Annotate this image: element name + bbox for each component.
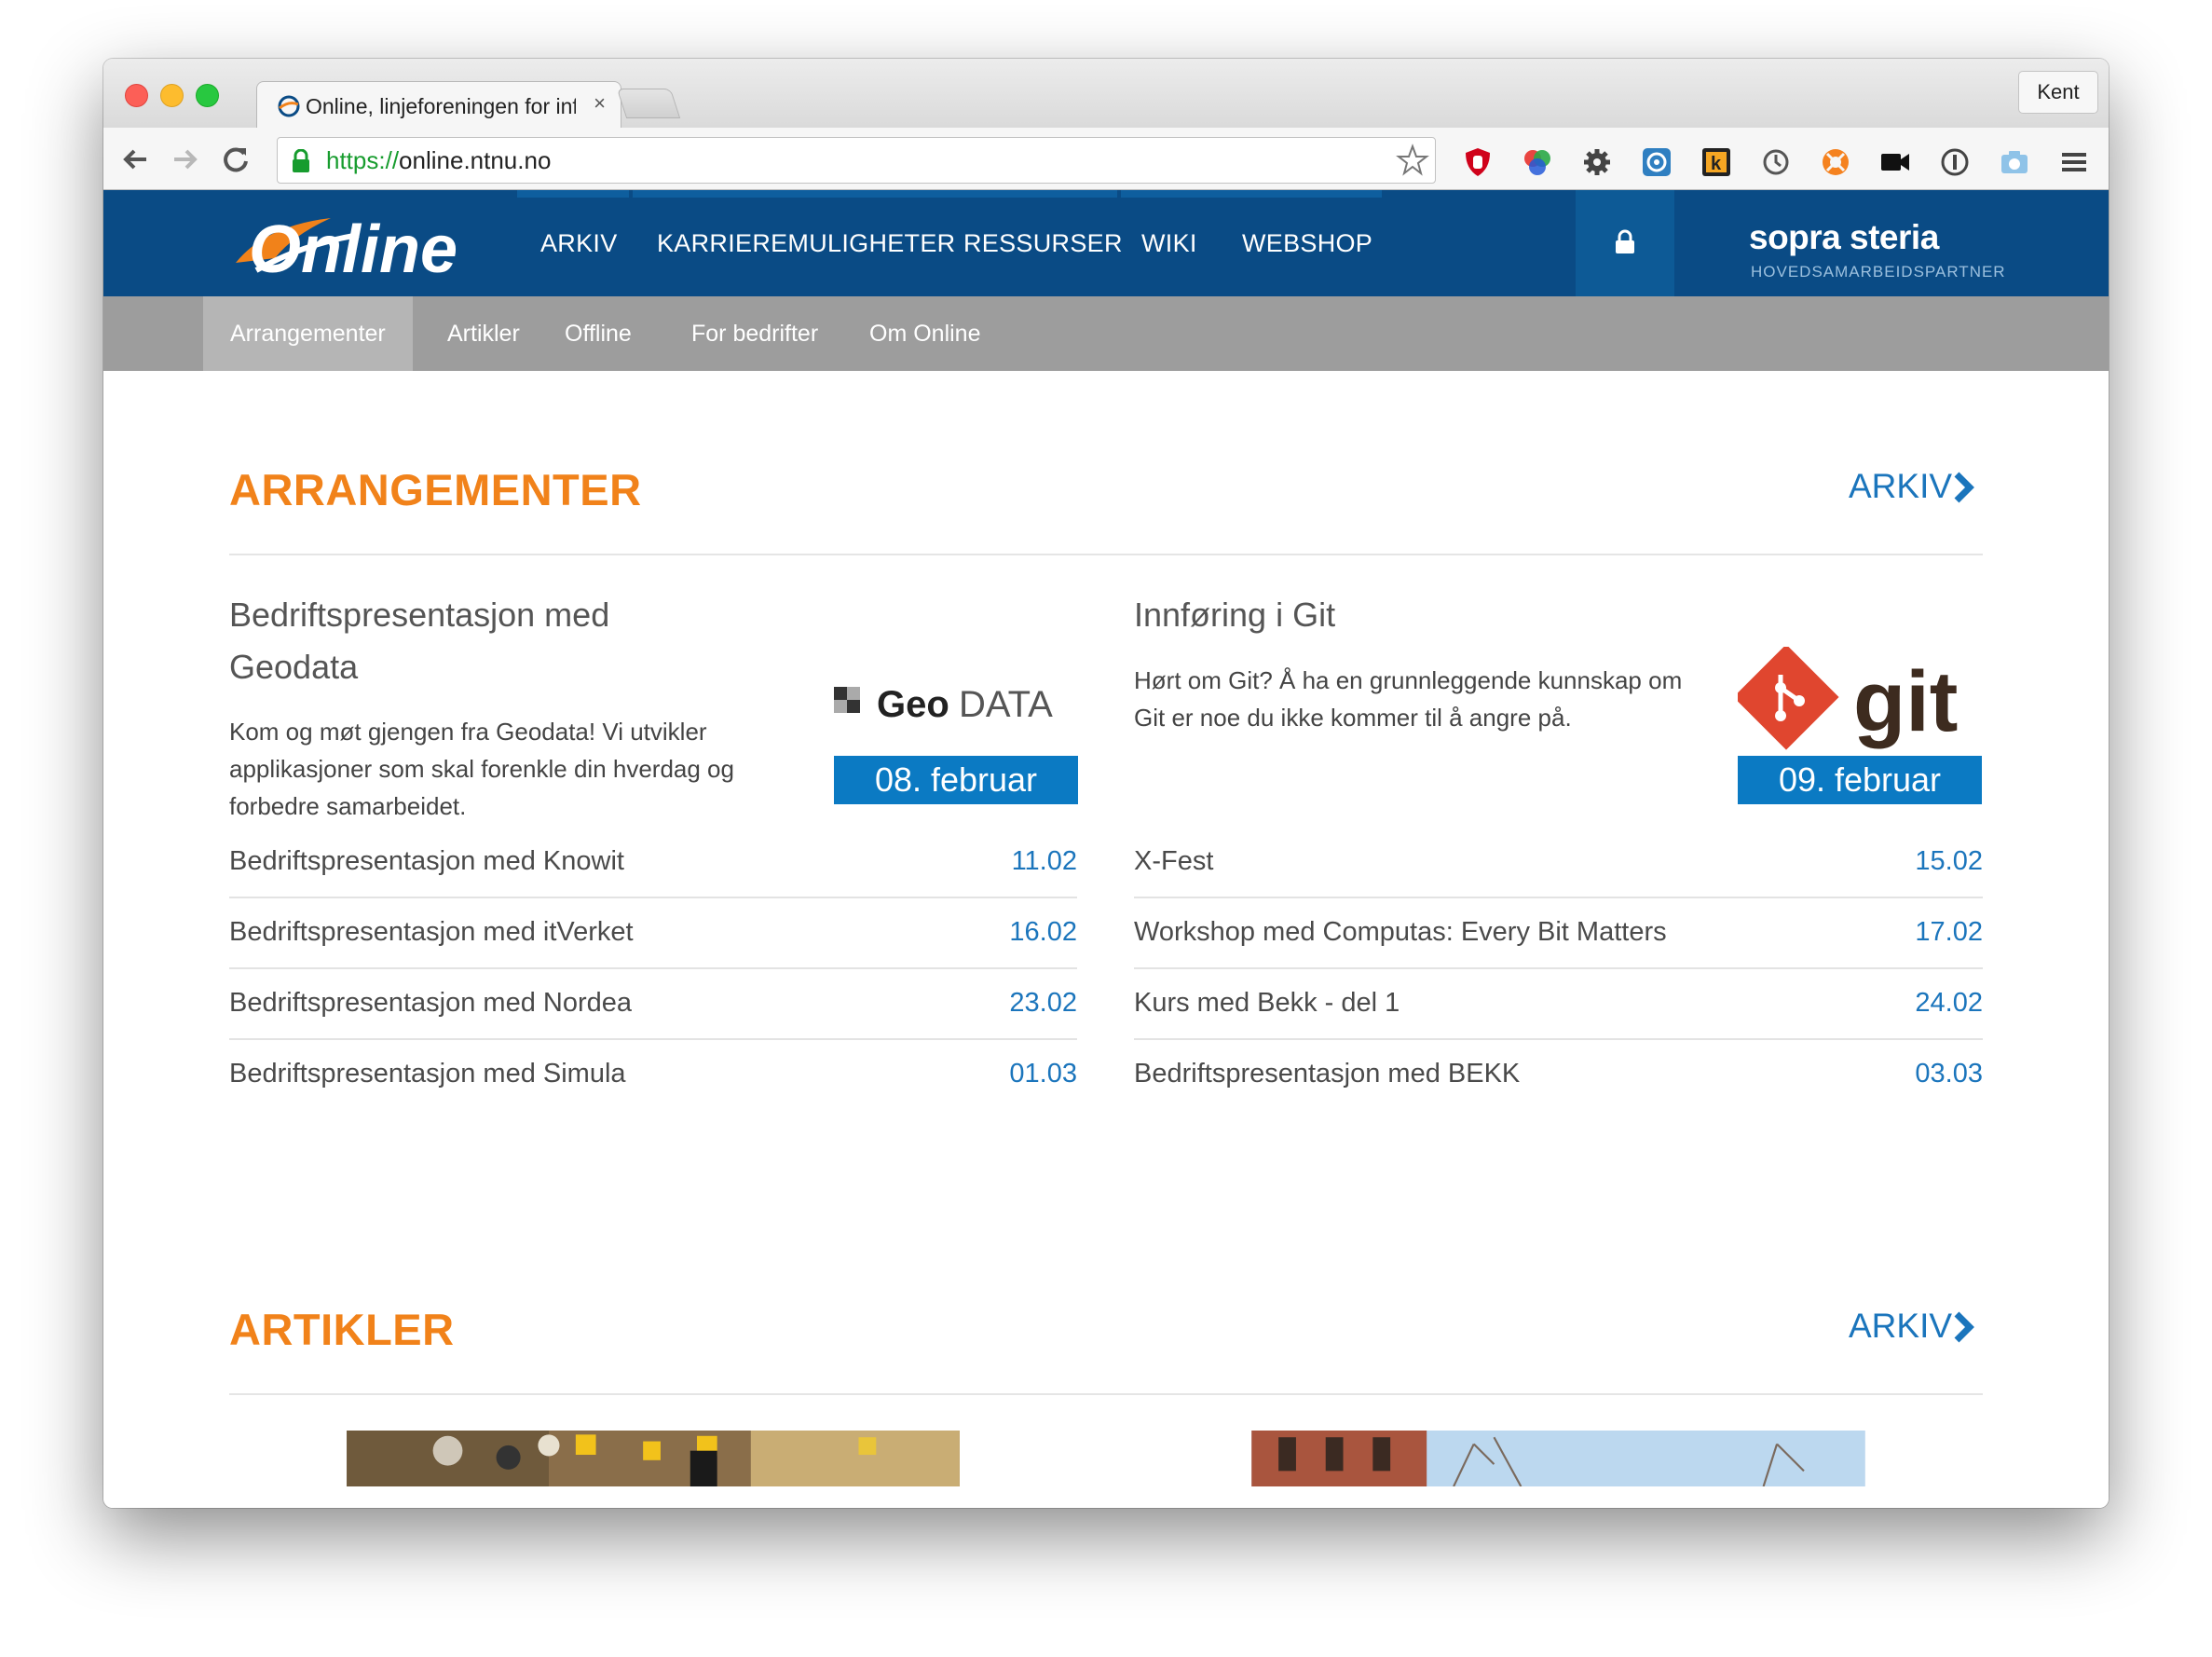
featured-event-title[interactable]: Innføring i Git (1134, 589, 1618, 641)
maximize-window-button[interactable] (196, 84, 219, 107)
event-list-item[interactable]: Kurs med Bekk - del 1 24.02 (1134, 969, 1983, 1040)
partner-sopra-steria[interactable]: sopra steria HOVEDSAMARBEIDSPARTNER (1749, 218, 2005, 281)
tab-close-icon[interactable]: × (594, 91, 606, 116)
address-bar[interactable]: https://online.ntnu.no (277, 137, 1436, 184)
event-list-item[interactable]: Workshop med Computas: Every Bit Matters… (1134, 898, 1983, 969)
subnav-item-offline[interactable]: Offline (538, 296, 659, 371)
svg-text:DATA: DATA (959, 684, 1053, 725)
url-text: https://online.ntnu.no (326, 146, 552, 174)
article-image-building[interactable] (1134, 1431, 1983, 1486)
svg-text:Geo: Geo (877, 684, 949, 725)
featured-event-date: 08. februar (834, 756, 1078, 804)
section-divider (229, 1393, 1983, 1395)
camera-icon[interactable] (1999, 146, 2030, 178)
svg-text:git: git (1853, 654, 1958, 749)
color-picker-icon[interactable] (1522, 146, 1553, 178)
nav-item-wiki[interactable]: WIKI (1141, 229, 1197, 258)
subnav-item-om-online[interactable]: Om Online (842, 296, 1007, 371)
profile-button[interactable]: Kent (2018, 71, 2098, 114)
browser-toolbar: https://online.ntnu.no k (103, 128, 2109, 190)
nav-tab-accent (517, 190, 629, 198)
featured-event-description: Hørt om Git? Å ha en grunnleggende kunns… (1134, 666, 1683, 732)
git-logo: git (1738, 647, 1958, 750)
close-window-button[interactable] (125, 84, 148, 107)
event-list-item[interactable]: X-Fest 15.02 (1134, 828, 1983, 898)
event-list-item[interactable]: Bedriftspresentasjon med Simula 01.03 (229, 1040, 1077, 1109)
featured-event-title[interactable]: Bedriftspresentasjon med Geodata (229, 589, 714, 693)
sync-icon[interactable] (1760, 146, 1792, 178)
screenshot-icon[interactable] (1641, 146, 1673, 178)
back-arrow-icon[interactable] (120, 144, 150, 174)
title-bar: Online, linjeforeningen for informatikk … (103, 59, 2109, 129)
article-image-boardgame[interactable] (229, 1431, 1077, 1486)
reload-icon[interactable] (221, 144, 251, 174)
articles-archive-link[interactable]: ARKIV (1849, 1307, 1974, 1346)
bookmark-star-icon[interactable] (1396, 144, 1429, 177)
lock-icon (1616, 229, 1634, 253)
chevron-right-icon (1954, 1311, 1974, 1343)
featured-event-description: Kom og møt gjengen fra Geodata! Vi utvik… (229, 718, 734, 820)
browser-window: Online, linjeforeningen for informatikk … (103, 59, 2109, 1508)
video-icon[interactable] (1879, 146, 1911, 178)
tab-title: Online, linjeforeningen for informatikk (306, 94, 576, 118)
main-nav: Online ARKIV KARRIEREMULIGHETER RESSURSE… (103, 190, 2109, 296)
section-divider (229, 554, 1983, 555)
event-list-item[interactable]: Bedriftspresentasjon med itVerket 16.02 (229, 898, 1077, 969)
sub-nav: Arrangementer Artikler Offline For bedri… (103, 296, 2109, 371)
partner-brand: sopra steria (1749, 218, 1939, 256)
nav-item-webshop[interactable]: WEBSHOP (1242, 229, 1372, 258)
login-button[interactable] (1576, 190, 1674, 296)
new-tab-button[interactable] (616, 89, 681, 118)
k-icon[interactable]: k (1700, 146, 1732, 178)
subnav-item-artikler[interactable]: Artikler (420, 296, 547, 371)
minimize-window-button[interactable] (160, 84, 184, 107)
geodata-logo: Geo DATA (834, 684, 1053, 725)
nav-tab-accent (633, 190, 1117, 198)
nav-item-ressurser[interactable]: RESSURSER (963, 229, 1123, 258)
partner-subtitle: HOVEDSAMARBEIDSPARTNER (1751, 263, 2006, 281)
lifebuoy-icon[interactable] (1820, 146, 1851, 178)
page-viewport: Online ARKIV KARRIEREMULIGHETER RESSURSE… (103, 190, 2109, 1508)
secure-lock-icon (293, 149, 309, 172)
menu-icon[interactable] (2058, 146, 2090, 178)
gear-icon[interactable] (1581, 146, 1613, 178)
articles-section-title: ARTIKLER (229, 1305, 455, 1354)
online-logo[interactable]: Online (228, 207, 498, 285)
svg-text:Online: Online (249, 212, 457, 285)
events-section-title: ARRANGEMENTER (229, 465, 642, 514)
ublock-icon[interactable] (1462, 146, 1494, 178)
forward-arrow-icon[interactable] (171, 144, 200, 174)
chevron-right-icon (1954, 472, 1974, 503)
event-list-item[interactable]: Bedriftspresentasjon med Knowit 11.02 (229, 828, 1077, 898)
subnav-item-for-bedrifter[interactable]: For bedrifter (664, 296, 845, 371)
nav-item-karrieremuligheter[interactable]: KARRIEREMULIGHETER (657, 229, 955, 258)
nav-item-arkiv[interactable]: ARKIV (540, 229, 618, 258)
events-archive-link[interactable]: ARKIV (1849, 467, 1974, 506)
1password-icon[interactable] (1939, 146, 1971, 178)
nav-tab-accent (1121, 190, 1382, 198)
browser-tab-active[interactable]: Online, linjeforeningen for informatikk … (256, 81, 621, 129)
event-list-item[interactable]: Bedriftspresentasjon med Nordea 23.02 (229, 969, 1077, 1040)
featured-event-date: 09. februar (1738, 756, 1982, 804)
online-favicon-icon (278, 95, 300, 117)
svg-text:k: k (1711, 154, 1722, 174)
subnav-item-arrangementer[interactable]: Arrangementer (203, 296, 413, 371)
event-list-item[interactable]: Bedriftspresentasjon med BEKK 03.03 (1134, 1040, 1983, 1109)
